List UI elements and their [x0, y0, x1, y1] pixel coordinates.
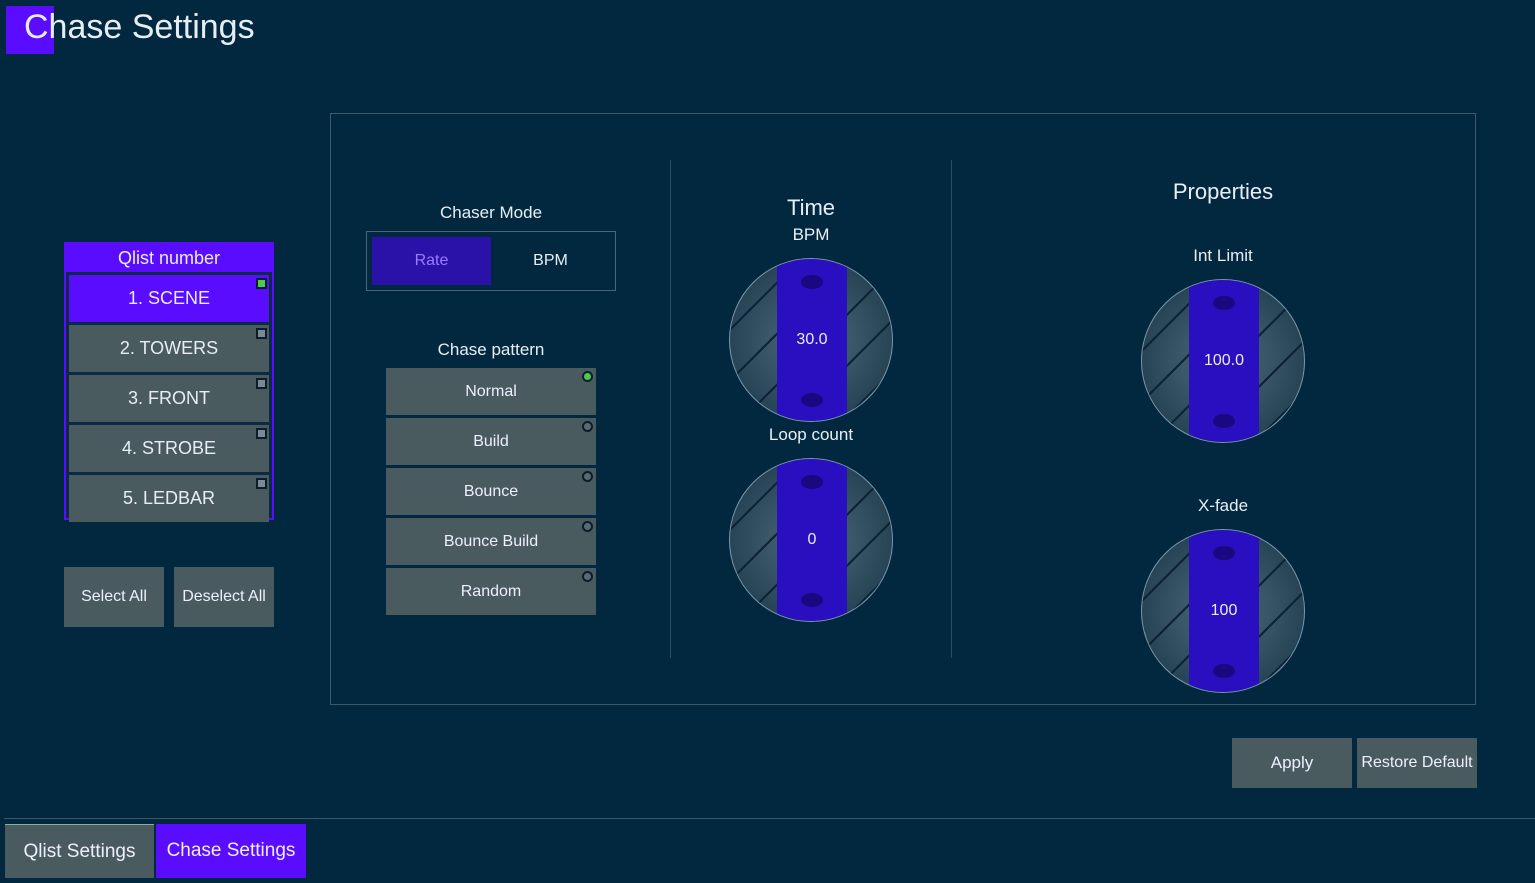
int-limit-knob[interactable]: 100.0 [1141, 279, 1305, 443]
qlist-header: Qlist number [66, 244, 272, 272]
qlist-item-label: 3. FRONT [127, 388, 210, 408]
radio-off-icon [582, 571, 593, 582]
grip-icon [801, 593, 823, 607]
qlist-item-label: 5. LEDBAR [122, 488, 216, 508]
qlist-item[interactable]: 3. FRONT [69, 375, 269, 422]
pattern-label: Random [460, 582, 522, 600]
divider [951, 160, 952, 658]
chase-pattern-label: Chase pattern [437, 340, 545, 359]
loop-count-label: Loop count [768, 425, 854, 444]
loop-count-value: 0 [807, 531, 817, 548]
grip-icon [801, 275, 823, 289]
pattern-random[interactable]: Random [386, 568, 596, 615]
bpm-label: BPM [792, 225, 830, 244]
radio-off-icon [582, 471, 593, 482]
divider [670, 160, 671, 658]
qlist-item[interactable]: 1. SCENE [69, 275, 269, 322]
unselected-indicator-icon [256, 328, 267, 339]
deselect-all-button[interactable]: Deselect All [174, 567, 274, 627]
pattern-build[interactable]: Build [386, 418, 596, 465]
restore-default-button[interactable]: Restore Default [1357, 738, 1477, 788]
qlist-item[interactable]: 4. STROBE [69, 425, 269, 472]
qlist-item-label: 4. STROBE [121, 438, 217, 458]
radio-off-icon [582, 421, 593, 432]
pattern-label: Normal [465, 382, 517, 400]
select-all-button[interactable]: Select All [64, 567, 164, 627]
radio-off-icon [582, 521, 593, 532]
unselected-indicator-icon [256, 428, 267, 439]
unselected-indicator-icon [256, 478, 267, 489]
pattern-label: Bounce Build [443, 532, 539, 550]
qlist-item-label: 1. SCENE [127, 288, 211, 308]
qlist-item-label: 2. TOWERS [119, 338, 219, 358]
int-limit-value: 100.0 [1203, 352, 1245, 369]
loop-count-knob[interactable]: 0 [729, 458, 893, 622]
pattern-bounce-build[interactable]: Bounce Build [386, 518, 596, 565]
bpm-value: 30.0 [796, 331, 828, 348]
tab-chase-settings[interactable]: Chase Settings [156, 824, 306, 878]
qlist-list: Qlist number 1. SCENE 2. TOWERS 3. FRONT… [64, 242, 274, 522]
pattern-bounce[interactable]: Bounce [386, 468, 596, 515]
bpm-knob[interactable]: 30.0 [729, 258, 893, 422]
qlist-item[interactable]: 2. TOWERS [69, 325, 269, 372]
qlist-item[interactable]: 5. LEDBAR [69, 475, 269, 522]
properties-label: Properties [1172, 179, 1274, 204]
grip-icon [801, 475, 823, 489]
grip-icon [801, 393, 823, 407]
chaser-mode-label: Chaser Mode [439, 203, 543, 222]
pattern-label: Build [473, 432, 509, 450]
apply-button[interactable]: Apply [1232, 738, 1352, 788]
pattern-normal[interactable]: Normal [386, 368, 596, 415]
mode-rate-button[interactable]: Rate [372, 237, 491, 285]
time-label: Time [786, 195, 836, 220]
int-limit-label: Int Limit [1193, 246, 1253, 265]
chaser-mode-toggle: Rate BPM [366, 231, 616, 291]
grip-icon [1213, 664, 1235, 678]
pattern-label: Bounce [463, 482, 519, 500]
xfade-label: X-fade [1197, 496, 1249, 515]
tab-bar-divider [4, 818, 1535, 819]
mode-bpm-button[interactable]: BPM [491, 237, 610, 285]
xfade-knob[interactable]: 100 [1141, 529, 1305, 693]
grip-icon [1213, 296, 1235, 310]
radio-on-icon [582, 371, 593, 382]
unselected-indicator-icon [256, 378, 267, 389]
grip-icon [1213, 546, 1235, 560]
grip-icon [1213, 414, 1235, 428]
selected-indicator-icon [256, 278, 267, 289]
tab-qlist-settings[interactable]: Qlist Settings [5, 824, 154, 878]
xfade-value: 100 [1210, 602, 1238, 619]
page-title: Chase Settings [24, 8, 255, 46]
